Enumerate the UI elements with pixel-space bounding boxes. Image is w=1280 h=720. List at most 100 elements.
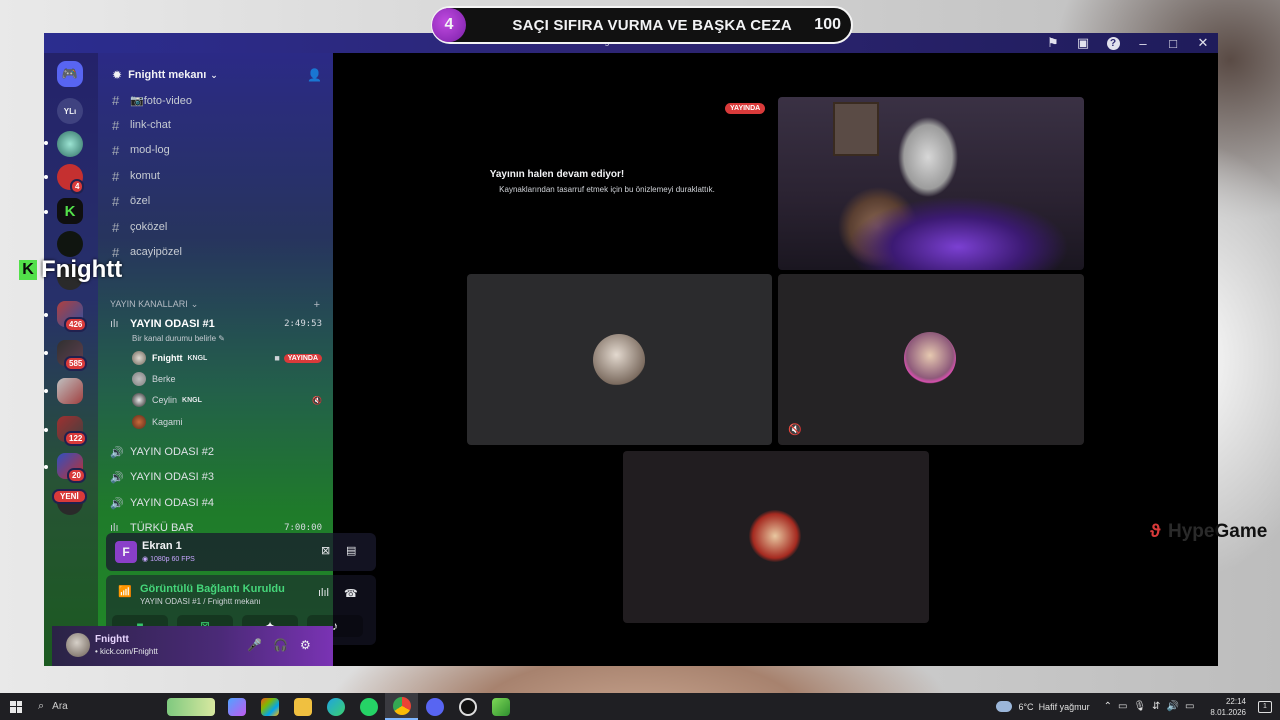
voice-user[interactable]: Fnightt KNGL ■ YAYINDA — [132, 349, 322, 367]
channel-item[interactable]: # 📷foto-video — [112, 90, 192, 110]
screen-share-card[interactable]: F Ekran 1 ◉ 1080p 60 FPS ⊠ ▤ — [106, 533, 376, 571]
stream-paused-subtitle: Kaynaklarından tasarruf etmek için bu ön… — [499, 185, 715, 194]
noise-suppression-icon[interactable]: ılıl — [318, 587, 329, 599]
category-label: YAYIN KANALLARI — [110, 299, 188, 309]
channel-item[interactable]: # çoközel — [112, 217, 167, 237]
channel-item[interactable]: # link-chat — [112, 115, 171, 135]
add-channel-icon[interactable]: + — [314, 299, 320, 311]
user-tag: KNGL — [187, 354, 208, 362]
participant-tile[interactable] — [467, 274, 772, 445]
server-icon-1[interactable] — [57, 131, 83, 157]
taskbar-app[interactable] — [253, 693, 286, 720]
mention-badge: 426 — [64, 317, 88, 332]
voice-user[interactable]: Kagami — [132, 413, 322, 431]
voice-channel[interactable]: 🔊 YAYIN ODASI #2 — [110, 442, 322, 462]
voice-channel-label: YAYIN ODASI #1 — [130, 318, 215, 330]
connection-channel[interactable]: YAYIN ODASI #1 / Fnightt mekanı — [140, 597, 261, 606]
taskbar-app[interactable] — [286, 693, 319, 720]
cloud-rain-icon — [996, 701, 1013, 712]
taskbar-search[interactable]: ⌕ Ara — [32, 693, 162, 720]
settings-gear-icon[interactable]: ⚙ — [300, 638, 311, 652]
channel-label: komut — [130, 170, 160, 182]
user-panel: Fnightt • kick.com/Fnightt 🎤 🎧 ⚙ — [52, 626, 333, 666]
participant-tile[interactable]: 🔇 — [778, 274, 1084, 445]
discord-home-icon[interactable]: 🎮 — [57, 61, 83, 87]
channel-item[interactable]: # özel — [112, 191, 150, 211]
server-rail: 🎮 YLı 4 K 426 585 122 20 YENİ — [44, 53, 98, 666]
category-header[interactable]: YAYIN KANALLARI ⌄ + — [110, 299, 320, 311]
user-name: Fnightt — [152, 353, 183, 363]
channel-item[interactable]: # acayipözel — [112, 242, 182, 262]
start-button[interactable] — [0, 693, 32, 720]
notification-center-icon[interactable]: 1 — [1258, 700, 1272, 713]
taskbar-app[interactable] — [484, 693, 517, 720]
tray-icons[interactable]: ⌃▭🎙⇵🔊▭ — [1104, 701, 1201, 712]
weather-widget[interactable]: 6°C Hafif yağmur — [996, 701, 1090, 712]
minecraft-icon — [491, 697, 510, 716]
edge-icon — [326, 697, 345, 716]
clock[interactable]: 22:14 8.01.2026 — [1210, 696, 1246, 718]
screen-share-quality: ◉ 1080p 60 FPS — [142, 556, 195, 563]
headphones-icon[interactable]: 🎧 — [273, 638, 288, 652]
inbox-icon[interactable]: ▣ — [1074, 34, 1092, 52]
mention-badge: 585 — [64, 356, 88, 371]
weather-temp: 6°C — [1018, 701, 1034, 712]
voice-user[interactable]: Ceylin KNGL 🔇 — [132, 391, 322, 409]
participant-tile[interactable] — [623, 451, 929, 623]
hash-icon: # — [112, 142, 120, 158]
stream-settings-icon[interactable]: ▤ — [346, 544, 356, 557]
taskbar-app[interactable] — [352, 693, 385, 720]
invite-people-icon[interactable]: 👤 — [307, 68, 322, 82]
kick-server-icon[interactable]: K — [57, 198, 83, 224]
hash-icon: # — [112, 117, 120, 133]
avatar[interactable] — [66, 633, 90, 657]
sponsor-text-a: Hype — [1168, 521, 1215, 542]
server-folder-3[interactable] — [57, 378, 83, 404]
avatar — [132, 372, 146, 386]
taskbar-app[interactable] — [451, 693, 484, 720]
mention-badge: 4 — [70, 179, 85, 194]
connection-status[interactable]: Görüntülü Bağlantı Kuruldu — [140, 583, 285, 595]
live-badge: YAYINDA — [725, 103, 766, 114]
stop-stream-icon[interactable]: ⊠ — [321, 544, 330, 557]
unread-dot — [44, 175, 48, 179]
search-label: Ara — [52, 701, 68, 712]
stream-video-tile[interactable] — [778, 97, 1084, 270]
taskbar-app[interactable] — [385, 693, 418, 720]
channel-label: 📷foto-video — [130, 94, 193, 107]
voice-channel[interactable]: 🔊 YAYIN ODASI #3 — [110, 467, 322, 487]
server-icon-3[interactable] — [57, 231, 83, 257]
taskbar-app[interactable] — [319, 693, 352, 720]
taskbar-app[interactable] — [418, 693, 451, 720]
voice-channel[interactable]: ılı YAYIN ODASI #1 2:49:53 — [110, 314, 322, 334]
flag-icon[interactable]: ⚑ — [1044, 34, 1062, 52]
system-tray: 6°C Hafif yağmur ⌃▭🎙⇵🔊▭ 22:14 8.01.2026 … — [996, 693, 1280, 720]
server-header[interactable]: ✹ Fnightt mekanı ⌄ 👤 — [112, 65, 322, 85]
taskbar-app[interactable] — [220, 693, 253, 720]
channel-item[interactable]: # komut — [112, 166, 160, 186]
voice-channel[interactable]: 🔊 YAYIN ODASI #4 — [110, 493, 322, 513]
maximize-button[interactable]: □ — [1164, 34, 1182, 52]
sponsor-watermark: ϑ HypeGame — [1150, 521, 1267, 543]
channel-label: özel — [130, 195, 151, 207]
challenge-banner: 4 SAÇI SIFIRA VURMA VE BAŞKA CEZA 100 — [431, 6, 853, 44]
help-icon[interactable]: ? — [1104, 34, 1122, 52]
server-icon-yli[interactable]: YLı — [57, 98, 83, 124]
unread-dot — [44, 141, 48, 145]
channel-label: link-chat — [130, 119, 171, 131]
microphone-icon[interactable]: 🎤 — [247, 638, 262, 652]
search-icon: ⌕ — [38, 700, 45, 712]
close-button[interactable]: ✕ — [1194, 34, 1212, 52]
chevron-down-icon: ⌄ — [190, 299, 199, 309]
user-name: Berke — [152, 374, 176, 384]
minimize-button[interactable]: – — [1134, 34, 1152, 52]
channel-label: çoközel — [130, 221, 168, 233]
voice-user[interactable]: Berke — [132, 370, 322, 388]
disconnect-icon[interactable]: ☎ — [344, 587, 358, 600]
hash-icon: # — [112, 219, 120, 235]
voice-status-text[interactable]: Bir kanal durumu belirle ✎ — [132, 334, 225, 343]
windows-icon — [10, 700, 22, 713]
wall-poster — [833, 102, 879, 156]
channel-item[interactable]: # mod-log — [112, 140, 170, 160]
widgets-button[interactable] — [162, 693, 220, 720]
